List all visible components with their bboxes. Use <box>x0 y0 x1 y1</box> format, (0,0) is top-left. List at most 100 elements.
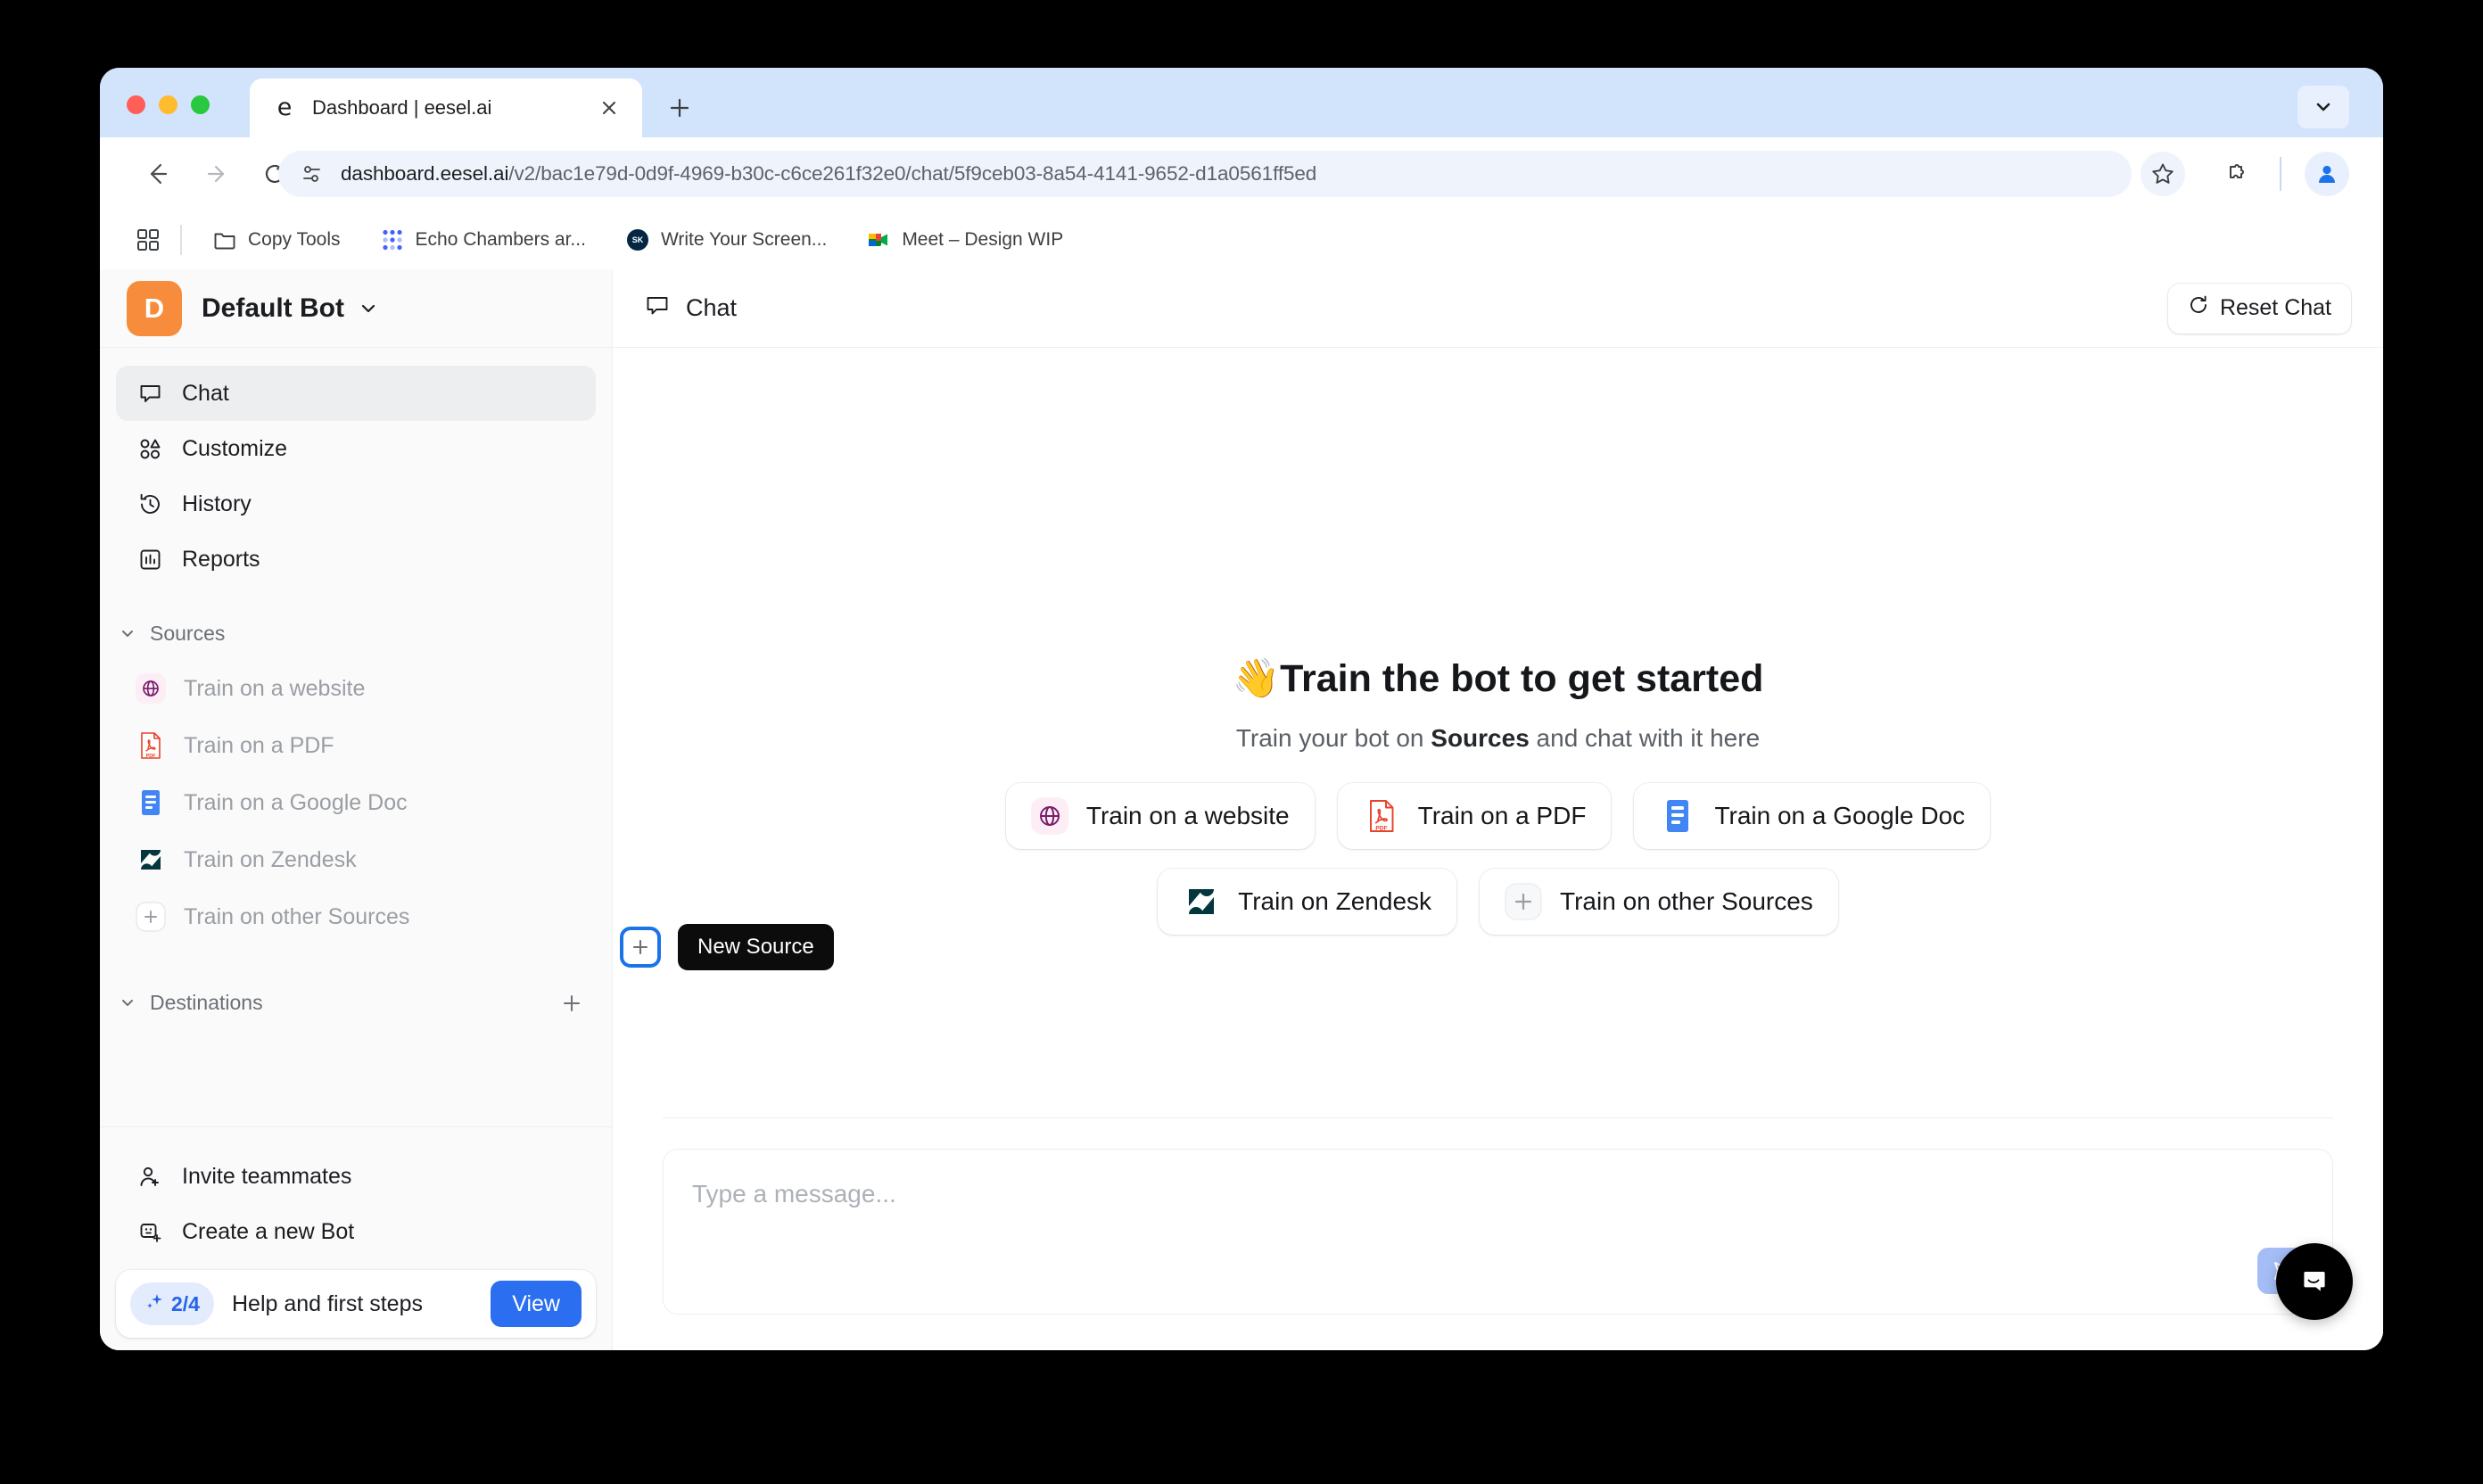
bookmark-echo-chambers[interactable]: Echo Chambers ar... <box>371 222 595 258</box>
pdf-icon: PDF <box>136 730 166 761</box>
sidebar-source-zendesk[interactable]: Train on Zendesk <box>116 831 596 888</box>
sidebar-item-create-new-bot[interactable]: Create a new Bot <box>116 1204 596 1259</box>
sparkle-icon <box>144 1291 164 1316</box>
refresh-icon <box>2188 294 2209 322</box>
sidebar-source-label: Train on a Google Doc <box>184 789 408 815</box>
site-settings-icon[interactable] <box>298 160 326 188</box>
bookmarks-bar: Copy Tools Echo Chambers ar... SK Write … <box>100 210 2383 269</box>
chip-train-on-google-doc[interactable]: Train on a Google Doc <box>1634 783 1991 849</box>
bookmark-meet-design-wip[interactable]: Meet – Design WIP <box>857 222 1072 258</box>
train-chips-row-1: Train on a website PDF Train on a PDF Tr… <box>1005 783 1991 849</box>
chevron-down-icon[interactable] <box>359 299 378 318</box>
message-input-placeholder: Type a message... <box>692 1180 896 1208</box>
sidebar-item-customize[interactable]: Customize <box>116 421 596 476</box>
intercom-messenger-button[interactable] <box>2276 1243 2353 1320</box>
address-bar[interactable]: dashboard.eesel.ai/v2/bac1e79d-0d9f-4969… <box>278 151 2132 197</box>
skillshare-icon: SK <box>625 227 650 252</box>
bot-avatar: D <box>127 280 182 336</box>
bookmark-write-your-screenplay[interactable]: SK Write Your Screen... <box>616 222 836 258</box>
sidebar-item-label: Reports <box>182 546 260 572</box>
bot-name: Default Bot <box>202 293 344 323</box>
chip-train-on-pdf[interactable]: PDF Train on a PDF <box>1337 783 1612 849</box>
bot-plus-icon <box>136 1217 164 1246</box>
sidebar-source-pdf[interactable]: PDF Train on a PDF <box>116 717 596 774</box>
bar-chart-icon <box>136 545 164 573</box>
destinations-section-label: Destinations <box>150 990 263 1014</box>
destinations-section-header[interactable]: Destinations <box>116 976 596 1029</box>
sidebar-source-other[interactable]: Train on other Sources <box>116 888 596 945</box>
bookmarks-divider <box>180 225 182 255</box>
apps-grid-icon[interactable] <box>128 220 168 260</box>
chevron-down-icon[interactable] <box>116 993 139 1011</box>
sidebar-item-label: Invite teammates <box>182 1163 352 1189</box>
bookmark-label: Write Your Screen... <box>660 229 828 250</box>
window-maximize-button[interactable] <box>191 95 210 114</box>
bot-switcher[interactable]: D Default Bot <box>100 269 612 348</box>
main-content: Chat Reset Chat 👋Train the bot to get st… <box>613 269 2383 1350</box>
window-minimize-button[interactable] <box>159 95 177 114</box>
chip-label: Train on a Google Doc <box>1714 802 1966 829</box>
sidebar-item-history[interactable]: History <box>116 476 596 532</box>
browser-menu-icon[interactable] <box>2371 152 2383 196</box>
chat-body: 👋Train the bot to get started Train your… <box>613 348 2383 1350</box>
browser-tab[interactable]: e Dashboard | eesel.ai <box>250 78 642 137</box>
sidebar-source-google-doc[interactable]: Train on a Google Doc <box>116 774 596 831</box>
plus-icon <box>1505 883 1542 920</box>
zendesk-icon <box>136 845 166 875</box>
forward-button[interactable] <box>194 153 237 195</box>
empty-state-title: 👋Train the bot to get started <box>1006 656 1990 701</box>
bookmark-copy-tools[interactable]: Copy Tools <box>203 222 350 258</box>
sources-section-header[interactable]: Sources <box>116 606 596 660</box>
subtitle-after: and chat with it here <box>1529 724 1761 752</box>
sidebar-item-chat[interactable]: Chat <box>116 366 596 421</box>
message-input[interactable]: Type a message... <box>663 1149 2333 1315</box>
view-button[interactable]: View <box>491 1281 582 1327</box>
sidebar-source-label: Train on Zendesk <box>184 846 357 872</box>
sidebar-source-website[interactable]: Train on a website <box>116 660 596 717</box>
globe-icon <box>1030 797 1068 835</box>
bookmark-star-icon[interactable] <box>2141 152 2185 196</box>
tab-search-chevron-down-icon[interactable] <box>2297 86 2349 128</box>
sidebar-scroll-area: Chat Customize History Reports Sources T… <box>100 348 612 1126</box>
sidebar-item-label: Create a new Bot <box>182 1218 355 1244</box>
sidebar-item-invite-teammates[interactable]: Invite teammates <box>116 1149 596 1204</box>
chevron-down-icon[interactable] <box>116 624 139 642</box>
extensions-puzzle-icon[interactable] <box>2214 152 2258 196</box>
status-badge: 2/4 <box>130 1282 214 1325</box>
globe-icon <box>136 673 166 704</box>
sidebar-item-label: History <box>182 491 252 516</box>
browser-toolbar: dashboard.eesel.ai/v2/bac1e79d-0d9f-4969… <box>100 137 2383 210</box>
svg-text:SK: SK <box>632 235 644 244</box>
user-plus-icon <box>136 1162 164 1191</box>
browser-tab-strip: e Dashboard | eesel.ai <box>100 68 2383 137</box>
bookmark-label: Meet – Design WIP <box>902 229 1064 250</box>
window-close-button[interactable] <box>127 95 145 114</box>
chip-label: Train on a PDF <box>1417 802 1587 829</box>
add-source-button[interactable] <box>620 927 661 968</box>
zendesk-icon <box>1183 883 1220 920</box>
help-progress-count: 2/4 <box>171 1291 200 1315</box>
back-button[interactable] <box>136 153 178 195</box>
empty-state-title-text: Train the bot to get started <box>1280 657 1764 700</box>
composer-divider <box>663 1117 2333 1118</box>
close-icon[interactable] <box>596 95 623 121</box>
bookmark-label: Echo Chambers ar... <box>415 229 586 250</box>
sidebar-item-label: Customize <box>182 435 288 461</box>
new-tab-button[interactable] <box>662 90 697 126</box>
help-first-steps-card[interactable]: 2/4 Help and first steps View <box>116 1270 596 1338</box>
plus-icon <box>136 902 166 932</box>
profile-avatar-icon[interactable] <box>2305 152 2349 196</box>
waving-hand-icon: 👋 <box>1232 657 1281 700</box>
chip-train-on-other-sources[interactable]: Train on other Sources <box>1480 869 1838 935</box>
reset-chat-button[interactable]: Reset Chat <box>2167 283 2351 334</box>
chip-train-on-website[interactable]: Train on a website <box>1005 783 1315 849</box>
google-meet-icon <box>866 227 891 252</box>
device-frame: e Dashboard | eesel.ai dashboard.eesel.a… <box>0 0 2483 1484</box>
sidebar-source-label: Train on a website <box>184 675 366 701</box>
url-host: dashboard.eesel.ai <box>341 162 509 185</box>
svg-text:PDF: PDF <box>1375 826 1387 832</box>
add-destination-button[interactable] <box>557 988 587 1018</box>
sidebar-item-reports[interactable]: Reports <box>116 532 596 587</box>
chip-train-on-zendesk[interactable]: Train on Zendesk <box>1158 869 1457 935</box>
google-docs-icon <box>136 787 166 818</box>
